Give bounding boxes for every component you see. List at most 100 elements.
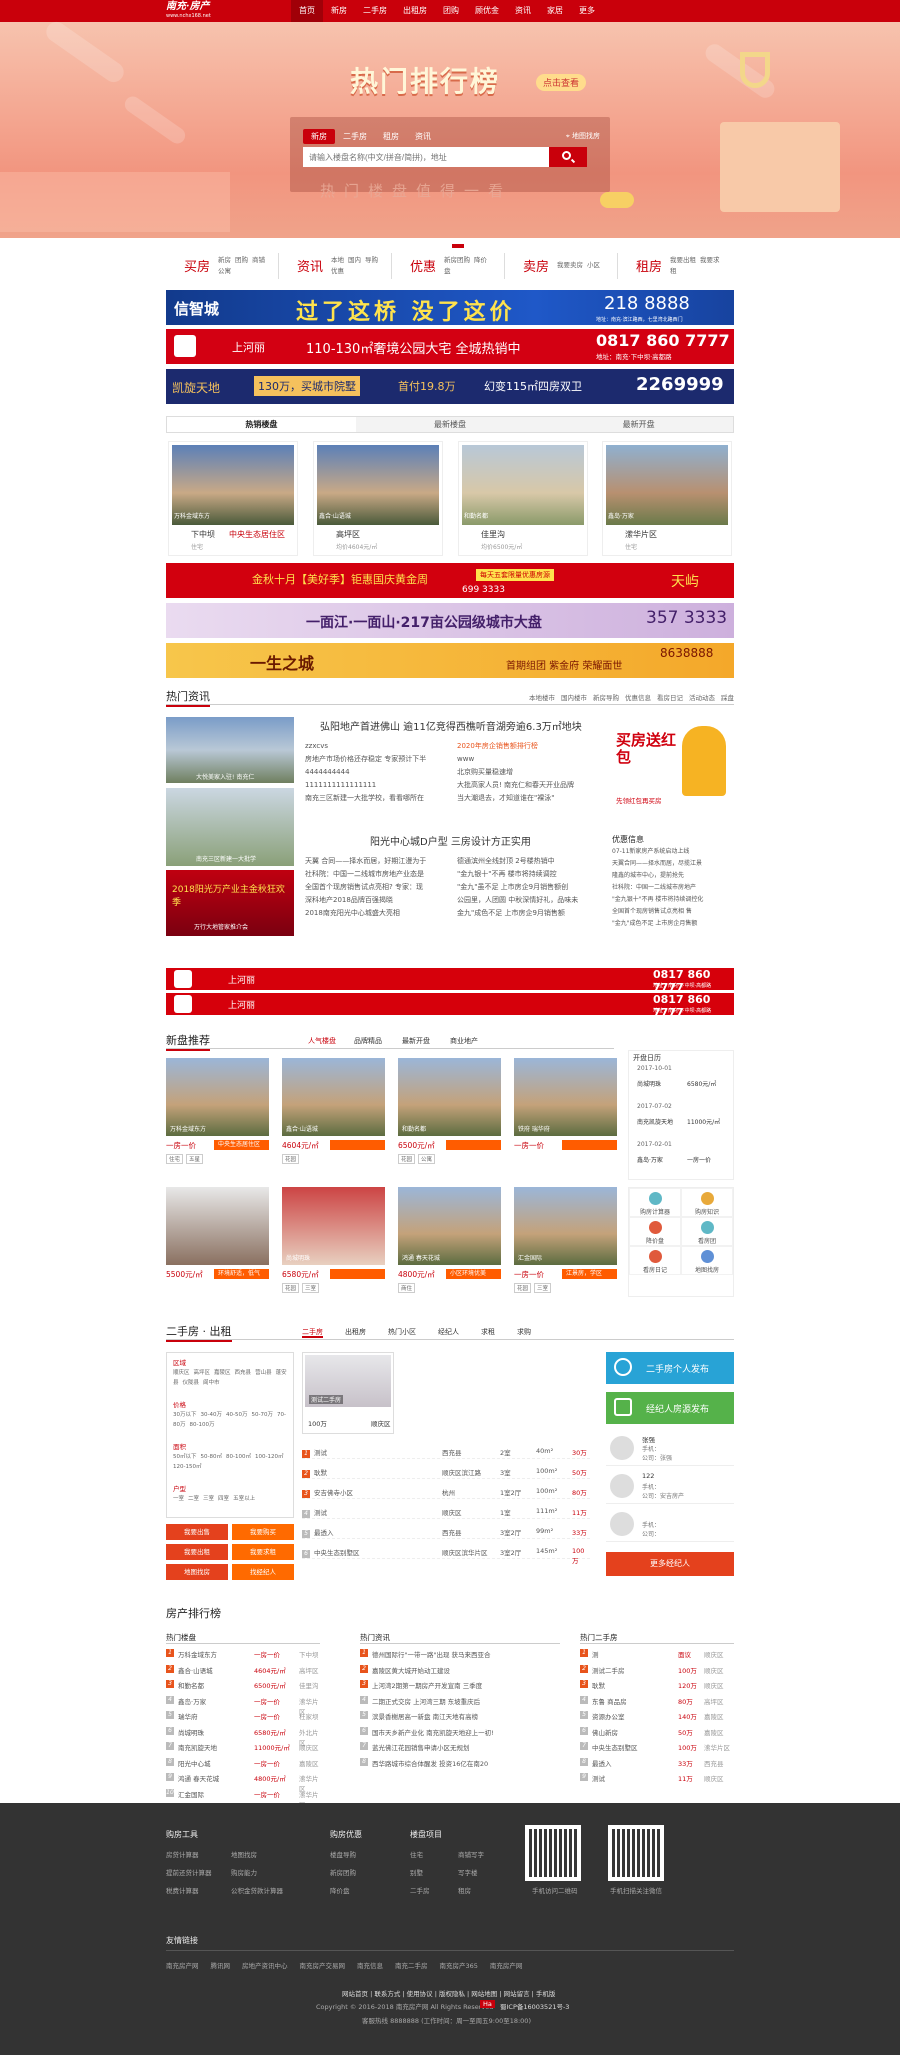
search-input[interactable]	[303, 147, 549, 167]
category-link[interactable]: 国内	[348, 256, 361, 264]
category-4[interactable]: 租房 我要出租 我要求租	[618, 253, 731, 279]
filter-option[interactable]: 100-120㎡	[255, 1454, 283, 1460]
property-card[interactable]: 万科金域东方 下中坝 中央生态居住区 住宅	[168, 441, 298, 556]
category-links[interactable]: 新房 团购 商铺公寓	[218, 255, 270, 277]
category-link[interactable]: 本地	[331, 256, 344, 264]
news-item[interactable]: 金九"成色不足 上市房企9月销售额	[457, 907, 592, 920]
new-prop-card[interactable]: 鑫合·山语城	[282, 1058, 385, 1136]
news-item[interactable]: 南充三区新建一大批学校，看看哪所在	[305, 792, 450, 805]
category-link[interactable]: 新房	[218, 256, 231, 264]
rank-item[interactable]: 5 瑞华府 一房一价 杜家坝	[166, 1710, 320, 1723]
filter-option[interactable]: 三室	[203, 1496, 214, 1502]
category-name[interactable]: 资讯	[297, 256, 323, 275]
secondhand-tab[interactable]: 求租	[481, 1328, 495, 1336]
category-link[interactable]: 我要出租	[670, 256, 696, 264]
new-prop-card[interactable]: 尚城明珠	[282, 1187, 385, 1265]
filter-option[interactable]: 80-100万	[190, 1422, 215, 1428]
category-name[interactable]: 卖房	[523, 256, 549, 275]
secondhand-tab[interactable]: 求购	[517, 1328, 531, 1336]
tool-1[interactable]: 购房知识	[681, 1188, 733, 1217]
secondhand-tabs[interactable]: 二手房 出租房 热门小区 经纪人 求租 求购	[302, 1327, 553, 1338]
news-item[interactable]: "金九银十"不再 楼市将持续调控	[457, 868, 592, 881]
news-item[interactable]: 当大潮退去，才知道谁在"裸泳"	[457, 792, 592, 805]
info-item[interactable]: 天翼合同——择水而居，尽揽江景	[612, 858, 734, 870]
filter-option[interactable]: 30万以下	[173, 1412, 197, 1418]
news-item[interactable]: 深科地产2018品牌百强揭晓	[305, 894, 450, 907]
rank-item[interactable]: 7 中央生态别墅区 100万 潆华片区	[580, 1741, 734, 1754]
footer-link[interactable]: 房贷计算器	[166, 1849, 199, 1859]
secondhand-row[interactable]: 2 耿默 顺庆区滨江路 3室 100m² 50万	[302, 1464, 590, 1479]
ad-banner-kaixuan[interactable]: 凯旋天地 130万，买城市院墅 首付19.8万 幻变115㎡四房双卫 22699…	[166, 369, 734, 404]
news-list[interactable]: 天翼 合同——择水而居，好期江漫为于 社科院：中国一二线城市房地产业态是 全国首个现…	[305, 855, 450, 920]
agent-publish-button[interactable]: 经纪人房源发布	[606, 1392, 734, 1424]
new-prop-card[interactable]: 鸿通 春天花城	[398, 1187, 501, 1265]
category-link[interactable]: 我要卖房	[557, 261, 583, 269]
filter-option[interactable]: 顺庆区	[173, 1370, 190, 1376]
secondhand-row[interactable]: 5 最透入 西充县 3室2厅 99m² 33万	[302, 1524, 590, 1539]
filter-option[interactable]: 50㎡以下	[173, 1454, 197, 1460]
category-link[interactable]: 商铺	[252, 256, 265, 264]
friend-links[interactable]: 南充房产网 腾讯网 房地产资讯中心 南充房产交易网 南充信息 南充二手房 南充房产365 南充…	[166, 1960, 534, 1970]
ad-banner-shanghe-3[interactable]: 上河丽 0817 860 7777 地址：南充·下中坝·高都路	[166, 993, 734, 1019]
rank-item[interactable]: 2 嘉陵区黄大城开始动工建设	[360, 1664, 560, 1677]
filter-options[interactable]: 30万以下 30-40万 40-50万 50-70万 70-80万 80-100万	[173, 1410, 289, 1430]
friend-link[interactable]: 房地产资讯中心	[242, 1962, 288, 1970]
news-item[interactable]: zzxcvs	[305, 740, 450, 753]
news-list[interactable]: zzxcvs 房地产市场价格还存稳定 专家预计下半 4444444444 111111…	[305, 740, 450, 805]
news-item[interactable]: 4444444444	[305, 766, 450, 779]
tab-popular[interactable]: 人气楼盘	[308, 1036, 336, 1046]
filter-options[interactable]: 顺庆区 高坪区 嘉陵区 西充县 营山县 蓬安县 仪陇县 阆中市	[173, 1368, 289, 1388]
action-button-2[interactable]: 我要出租	[166, 1544, 228, 1560]
ad-banner-tianyu[interactable]: 金秋十月【美好季】钜惠国庆黄金周 每天五套限量优惠房源 699 3333 天屿	[166, 563, 734, 598]
category-name[interactable]: 租房	[636, 256, 662, 275]
rank-item[interactable]: 2 测试二手房 100万 顺庆区	[580, 1664, 734, 1677]
filter-option[interactable]: 50-80㎡	[201, 1454, 222, 1460]
rank-item[interactable]: 6 国市天乡新产业化 南充凯旋天地迎上一初!	[360, 1726, 560, 1739]
filter-option[interactable]: 50-70万	[251, 1412, 272, 1418]
filter-option[interactable]: 营山县	[255, 1370, 272, 1376]
footer-link[interactable]: 降价盘	[330, 1885, 350, 1895]
more-agents-button[interactable]: 更多经纪人	[606, 1552, 734, 1576]
secondhand-row[interactable]: 3 安吉佛寺小区 杭州 1室2厅 100m² 80万	[302, 1484, 590, 1499]
footer-link[interactable]: 二手房	[410, 1885, 430, 1895]
friend-link[interactable]: 南充房产交易网	[300, 1962, 346, 1970]
news-category-links[interactable]: 本地楼市 国内楼市 新房导购 优惠信息 看房日记 活动动态 踩盘	[523, 692, 734, 702]
new-prop-card[interactable]	[166, 1187, 269, 1265]
filter-option[interactable]: 西充县	[235, 1370, 252, 1376]
secondhand-tab[interactable]: 热门小区	[388, 1328, 416, 1336]
news-item[interactable]: 德通滨州全线封顶 2号楼热销中	[457, 855, 592, 868]
filter-option[interactable]: 120-150㎡	[173, 1464, 201, 1470]
action-button-4[interactable]: 地图找房	[166, 1564, 228, 1580]
friend-link[interactable]: 南充信息	[357, 1962, 383, 1970]
footer-link[interactable]: 商铺写字	[458, 1849, 484, 1859]
tab-new-open[interactable]: 最新开盘	[544, 417, 733, 432]
info-item[interactable]: 全国首个现房销售试点亮相 售	[612, 906, 734, 918]
news-thumb[interactable]: 南充三区新建一大批学	[166, 788, 294, 866]
category-link[interactable]: 小区	[587, 261, 600, 269]
tab-open[interactable]: 最新开盘	[402, 1036, 430, 1046]
filter-options[interactable]: 一室 二室 三室 四室 五室以上	[173, 1494, 289, 1504]
rank-item[interactable]: 9 鸿通 春天花城 4800元/㎡ 潆华片区	[166, 1772, 320, 1793]
ad-banner-yishengzhicheng[interactable]: 一生之城 首期组团 紫金府 荣耀面世 8638888	[166, 643, 734, 678]
secondhand-tab[interactable]: 二手房	[302, 1328, 323, 1338]
agent-card[interactable]: 122 手机： 公司：安吉房产	[606, 1470, 734, 1504]
tab-commercial[interactable]: 商业地产	[450, 1036, 478, 1046]
ad-banner-shanghe-2[interactable]: 上河丽 0817 860 7777 地址：南充·下中坝·高都路	[166, 968, 734, 994]
footer-link[interactable]: 公积金贷款计算器	[231, 1885, 283, 1895]
news-item[interactable]: www	[457, 753, 592, 766]
map-search-link[interactable]: ⌖ 地图找房	[566, 131, 600, 141]
tool-4[interactable]: 看房日记	[629, 1246, 681, 1275]
category-link[interactable]: 团购	[235, 256, 248, 264]
rank-item[interactable]: 6 尚城明珠 6580元/㎡ 外北片区	[166, 1726, 320, 1747]
friend-link[interactable]: 腾讯网	[211, 1962, 231, 1970]
rank-item[interactable]: 3 耿默 120万 顺庆区	[580, 1679, 734, 1692]
search-tab-rent[interactable]: 租房	[375, 129, 407, 144]
info-item[interactable]: 隆鑫的城市中心，提前抢先	[612, 870, 734, 882]
news-link[interactable]: 国内楼市	[561, 694, 587, 702]
nav-item-new[interactable]: 新房	[323, 0, 355, 22]
property-card[interactable]: 鑫岛·万家 潆华片区 住宅	[602, 441, 732, 556]
nav-item-group[interactable]: 团购	[435, 0, 467, 22]
category-links[interactable]: 本地 国内 导购优惠	[331, 255, 383, 277]
action-button-0[interactable]: 我要出售	[166, 1524, 228, 1540]
rank-item[interactable]: 4 鑫岛·万家 一房一价 潆华片区	[166, 1695, 320, 1716]
